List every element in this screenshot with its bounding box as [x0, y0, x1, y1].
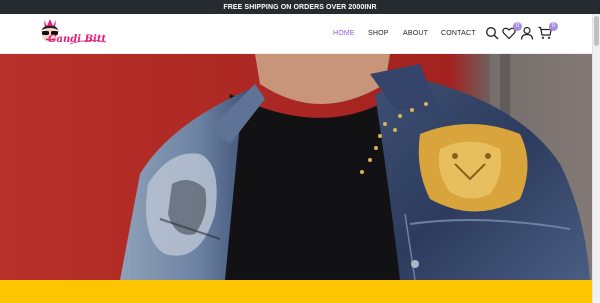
nav-about[interactable]: ABOUT	[403, 30, 428, 37]
nav-home[interactable]: HOME	[333, 30, 355, 37]
announcement-bar: FREE SHIPPING ON ORDERS OVER 2000INR	[0, 0, 600, 14]
promo-band	[0, 280, 600, 303]
wishlist-button[interactable]: 0	[502, 22, 522, 40]
logo-text: Gandi Bitt	[48, 34, 107, 45]
cart-count-badge: 0	[549, 22, 558, 31]
nav-contact[interactable]: CONTACT	[441, 30, 476, 37]
site-header: Gandi Bitt HOME SHOP ABOUT CONTACT 0 0	[0, 14, 600, 54]
search-button[interactable]	[485, 26, 499, 40]
account-button[interactable]	[520, 26, 534, 40]
search-icon	[486, 27, 499, 40]
page-scrollbar[interactable]	[592, 14, 600, 303]
announcement-text: FREE SHIPPING ON ORDERS OVER 2000INR	[223, 3, 377, 11]
hero-image	[0, 54, 600, 280]
logo[interactable]: Gandi Bitt	[36, 16, 110, 52]
cart-button[interactable]: 0	[538, 22, 558, 40]
user-icon	[520, 26, 534, 40]
hero-banner[interactable]	[0, 54, 600, 280]
nav-shop[interactable]: SHOP	[368, 30, 389, 37]
scrollbar-thumb[interactable]	[594, 16, 599, 46]
